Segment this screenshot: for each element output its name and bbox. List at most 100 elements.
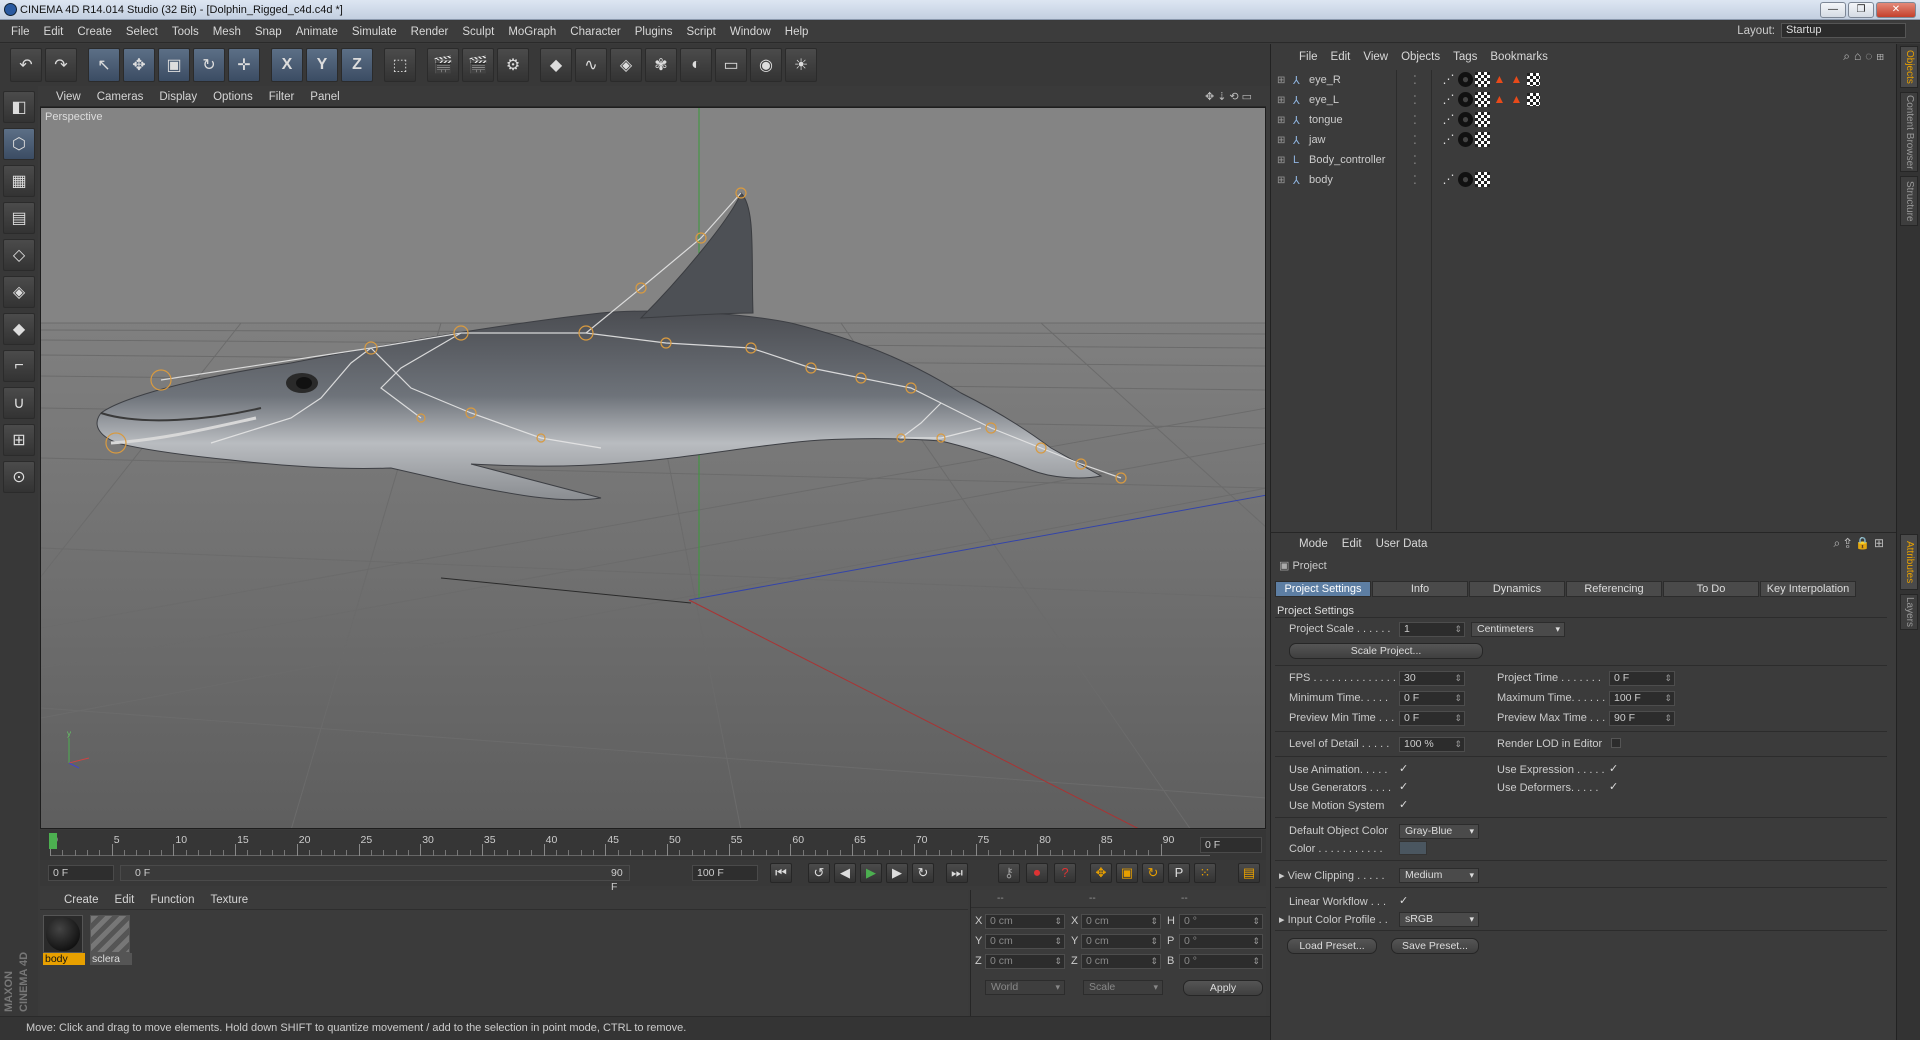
tab-project-settings[interactable]: Project Settings xyxy=(1275,581,1371,597)
scale-icon[interactable]: ▣ xyxy=(158,48,190,82)
recent-tool-icon[interactable]: ✛ xyxy=(228,48,260,82)
material-menu-create[interactable]: Create xyxy=(64,894,99,906)
object-row-jaw[interactable]: ⊞ ⅄ jaw ⁚ ⋰●▦ xyxy=(1275,130,1895,150)
warning-tag-icon[interactable]: ▲ xyxy=(1492,92,1507,107)
prev-key-icon[interactable]: ↺ xyxy=(808,863,830,883)
world-coord-icon[interactable]: ⬚ xyxy=(384,48,416,82)
object-row-eye-r[interactable]: ⊞⅄eye_R⁚⋰●▦▲▲ xyxy=(1275,70,1895,90)
playhead[interactable] xyxy=(49,833,57,849)
max-time-field[interactable]: 100 F xyxy=(1609,691,1675,706)
tab-attributes[interactable]: Attributes xyxy=(1900,534,1918,590)
coord-position-field[interactable]: 0 cm xyxy=(985,914,1065,929)
rotate-icon[interactable]: ↻ xyxy=(193,48,225,82)
scale-key-icon[interactable]: ▣ xyxy=(1116,863,1138,883)
use-motion-checkbox[interactable]: ✓ xyxy=(1399,800,1410,811)
deformer-icon[interactable]: ◐ xyxy=(680,48,712,82)
material-tag-icon[interactable]: ● xyxy=(1458,92,1473,107)
tab-to-do[interactable]: To Do xyxy=(1663,581,1759,597)
render-picture-viewer-icon[interactable]: 🎬 xyxy=(462,48,494,82)
prev-frame-icon[interactable]: ◀ xyxy=(834,863,856,883)
load-preset-button[interactable]: Load Preset... xyxy=(1287,938,1377,954)
current-frame-field[interactable]: 0 F xyxy=(1200,837,1262,853)
preview-max-field[interactable]: 90 F xyxy=(1609,711,1675,726)
coord-rotation-field[interactable]: 0 ° xyxy=(1179,914,1263,929)
project-scale-field[interactable]: 1 xyxy=(1399,622,1465,637)
expand-icon[interactable]: ⊞ xyxy=(1277,115,1285,126)
visibility-dots[interactable]: ⁚ xyxy=(1413,93,1417,107)
coord-rotation-field[interactable]: 0 ° xyxy=(1179,954,1263,969)
object-row-body[interactable]: ⊞ ⅄ body ⁚ ⋰●▦ xyxy=(1275,170,1895,190)
minimize-button[interactable]: — xyxy=(1820,2,1846,18)
coord-position-field[interactable]: 0 cm xyxy=(985,954,1065,969)
material-body[interactable]: body xyxy=(43,915,85,965)
object-menu-edit[interactable]: Edit xyxy=(1331,51,1351,63)
expand-icon[interactable]: ⊞ xyxy=(1277,135,1285,146)
material-sclera[interactable]: sclera xyxy=(90,915,132,965)
apply-button[interactable]: Apply xyxy=(1183,980,1263,996)
input-profile-dropdown[interactable]: sRGB xyxy=(1399,912,1479,927)
object-name[interactable]: eye_R xyxy=(1309,74,1341,86)
menu-edit[interactable]: Edit xyxy=(37,26,71,38)
coord-mode-dropdown[interactable]: World xyxy=(985,980,1065,995)
save-preset-button[interactable]: Save Preset... xyxy=(1391,938,1479,954)
tab-key-interpolation[interactable]: Key Interpolation xyxy=(1760,581,1856,597)
menu-file[interactable]: File xyxy=(4,26,37,38)
object-manager-tools[interactable]: ⌕⌂◌⊞ xyxy=(1843,49,1888,64)
linear-workflow-checkbox[interactable]: ✓ xyxy=(1399,896,1410,907)
visibility-dots[interactable]: ⁚ xyxy=(1413,153,1417,167)
autokey-icon[interactable]: ⏺ xyxy=(1026,863,1048,883)
workplane-icon[interactable]: ▤ xyxy=(3,202,35,234)
use-generators-checkbox[interactable]: ✓ xyxy=(1399,782,1410,793)
render-settings-icon[interactable]: ⚙ xyxy=(497,48,529,82)
next-key-icon[interactable]: ↻ xyxy=(912,863,934,883)
material-tag-icon[interactable]: ● xyxy=(1458,132,1473,147)
edges-mode-icon[interactable]: ◈ xyxy=(3,276,35,308)
tab-info[interactable]: Info xyxy=(1372,581,1468,597)
color-swatch[interactable] xyxy=(1399,841,1427,855)
layout-dropdown[interactable]: Startup xyxy=(1781,23,1906,38)
attribute-manager-tools[interactable]: ⌕⇪🔒⊞ xyxy=(1834,536,1889,551)
warning-tag-icon[interactable]: ▲ xyxy=(1492,72,1507,87)
menu-mograph[interactable]: MoGraph xyxy=(501,26,563,38)
object-menu-objects[interactable]: Objects xyxy=(1401,51,1440,63)
start-frame-field[interactable]: 0 F xyxy=(48,865,114,881)
tab-dynamics[interactable]: Dynamics xyxy=(1469,581,1565,597)
texture-tag-icon[interactable]: ▦ xyxy=(1475,92,1490,107)
coord-size-field[interactable]: 0 cm xyxy=(1081,934,1161,949)
view-clipping-dropdown[interactable]: Medium xyxy=(1399,868,1479,883)
material-menu-edit[interactable]: Edit xyxy=(115,894,135,906)
render-view-icon[interactable]: 🎬 xyxy=(427,48,459,82)
make-editable-icon[interactable]: ◧ xyxy=(3,91,35,123)
menu-select[interactable]: Select xyxy=(119,26,165,38)
menu-plugins[interactable]: Plugins xyxy=(628,26,680,38)
use-expression-checkbox[interactable]: ✓ xyxy=(1609,764,1620,775)
material-tag-icon[interactable]: ● xyxy=(1458,112,1473,127)
menu-mesh[interactable]: Mesh xyxy=(206,26,248,38)
menu-simulate[interactable]: Simulate xyxy=(345,26,404,38)
visibility-dots[interactable]: ⁚ xyxy=(1413,133,1417,147)
timeline[interactable]: 051015202530354045505560657075808590 0 F xyxy=(40,830,1266,860)
weight-tag-icon[interactable]: ⋰ xyxy=(1441,72,1456,87)
weight-tag-icon[interactable]: ⋰ xyxy=(1441,132,1456,147)
axis-icon[interactable]: ⌐ xyxy=(3,350,35,382)
attribute-menu-user-data[interactable]: User Data xyxy=(1376,538,1428,550)
coord-size-field[interactable]: 0 cm xyxy=(1081,954,1161,969)
point-level-icon[interactable]: ⁙ xyxy=(1194,863,1216,883)
coord-scale-dropdown[interactable]: Scale xyxy=(1083,980,1163,995)
magnet-icon[interactable]: ∪ xyxy=(3,387,35,419)
menu-render[interactable]: Render xyxy=(404,26,456,38)
min-time-field[interactable]: 0 F xyxy=(1399,691,1465,706)
material-menu-function[interactable]: Function xyxy=(150,894,194,906)
material-tag-icon[interactable]: ● xyxy=(1458,172,1473,187)
z-axis-icon[interactable]: Z xyxy=(341,48,373,82)
menu-script[interactable]: Script xyxy=(679,26,722,38)
scale-project-button[interactable]: Scale Project... xyxy=(1289,643,1483,659)
play-icon[interactable]: ▶ xyxy=(860,863,882,883)
goto-end-icon[interactable]: ⏭ xyxy=(946,863,968,883)
polygons-mode-icon[interactable]: ◆ xyxy=(3,313,35,345)
menu-help[interactable]: Help xyxy=(778,26,816,38)
nurbs-icon[interactable]: ◈ xyxy=(610,48,642,82)
visibility-dots[interactable]: ⁚ xyxy=(1413,73,1417,87)
use-animation-checkbox[interactable]: ✓ xyxy=(1399,764,1410,775)
light-icon[interactable]: ☀ xyxy=(785,48,817,82)
